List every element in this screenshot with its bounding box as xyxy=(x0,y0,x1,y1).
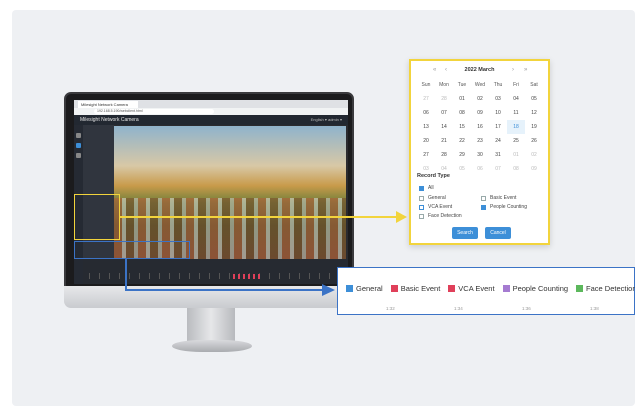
record-type-legend: General Basic Event VCA Event People Cou… xyxy=(337,267,635,315)
week-row: 06 07 08 09 10 11 12 xyxy=(417,106,543,120)
next-year-button[interactable]: » xyxy=(524,67,527,73)
calendar-day[interactable]: 30 xyxy=(471,148,489,162)
calendar-day[interactable]: 17 xyxy=(489,120,507,134)
calendar-day[interactable]: 02 xyxy=(471,92,489,106)
calendar-day[interactable]: 31 xyxy=(489,148,507,162)
checkbox-checked[interactable] xyxy=(481,204,486,210)
timeline-tick-label: 1:34 xyxy=(454,306,463,311)
calendar-day[interactable]: 02 xyxy=(525,148,543,162)
calendar-day[interactable]: 14 xyxy=(435,120,453,134)
basic-event-checkbox[interactable]: Basic Event xyxy=(481,195,516,201)
face-detection-checkbox[interactable]: Face Detection xyxy=(419,213,462,219)
calendar-day[interactable]: 21 xyxy=(435,134,453,148)
week-row: 13 14 15 16 17 18 19 xyxy=(417,120,543,134)
weekday-label: Mon xyxy=(439,82,449,88)
people-counting-checkbox[interactable]: People Counting xyxy=(481,204,527,210)
calendar-day[interactable]: 19 xyxy=(525,120,543,134)
legend-item-basic-event: Basic Event xyxy=(390,284,440,293)
calendar-day[interactable]: 20 xyxy=(417,134,435,148)
calendar-day[interactable]: 05 xyxy=(453,162,471,176)
legend-item-people-counting: People Counting xyxy=(502,284,568,293)
vca-event-checkbox[interactable]: VCA Event xyxy=(419,204,452,210)
timeline-tick-label: 1:36 xyxy=(522,306,531,311)
calendar-day[interactable]: 15 xyxy=(453,120,471,134)
calendar-day[interactable]: 16 xyxy=(471,120,489,134)
calendar-popup: « ‹ 2022 March › » Sun Mon Tue Wed Thu F… xyxy=(409,59,550,245)
legend-row: General Basic Event VCA Event People Cou… xyxy=(346,284,635,293)
checkbox[interactable] xyxy=(419,195,424,201)
calendar-day[interactable]: 04 xyxy=(507,92,525,106)
calendar-day[interactable]: 06 xyxy=(471,162,489,176)
calendar-day[interactable]: 28 xyxy=(435,148,453,162)
calendar-day[interactable]: 07 xyxy=(435,106,453,120)
calendar-day[interactable]: 27 xyxy=(417,92,435,106)
all-checkbox[interactable]: All xyxy=(419,185,434,191)
weekday-label: Sun xyxy=(421,82,431,88)
checkbox[interactable] xyxy=(419,204,424,210)
calendar-day[interactable]: 06 xyxy=(417,106,435,120)
basic-event-swatch xyxy=(390,285,398,292)
calendar-day[interactable]: 24 xyxy=(489,134,507,148)
weekday-label: Fri xyxy=(513,82,519,88)
legend-item-vca-event: VCA Event xyxy=(448,284,495,293)
week-row: 27 28 01 02 03 04 05 xyxy=(417,92,543,106)
calendar-day[interactable]: 22 xyxy=(453,134,471,148)
vca-event-swatch xyxy=(448,285,456,292)
checkbox-checked[interactable] xyxy=(419,185,424,191)
calendar-header: « ‹ 2022 March › » xyxy=(411,67,548,77)
calendar-day-selected[interactable]: 18 xyxy=(507,120,525,134)
calendar-day[interactable]: 28 xyxy=(435,92,453,106)
blue-arrow-head xyxy=(322,284,335,296)
search-button[interactable]: Search xyxy=(452,227,478,239)
yellow-arrow-head xyxy=(396,211,407,223)
weekday-label: Tue xyxy=(457,82,467,88)
calendar-day[interactable]: 01 xyxy=(507,148,525,162)
people-counting-swatch xyxy=(502,285,510,292)
calendar-day[interactable]: 07 xyxy=(489,162,507,176)
calendar-day[interactable]: 10 xyxy=(489,106,507,120)
calendar-day[interactable]: 11 xyxy=(507,106,525,120)
calendar-day[interactable]: 26 xyxy=(525,134,543,148)
calendar-day[interactable]: 09 xyxy=(471,106,489,120)
week-row: 27 28 29 30 31 01 02 xyxy=(417,148,543,162)
calendar-day[interactable]: 08 xyxy=(453,106,471,120)
calendar-title: 2022 March xyxy=(464,67,495,73)
weekday-row: Sun Mon Tue Wed Thu Fri Sat xyxy=(417,78,543,92)
calendar-day[interactable]: 27 xyxy=(417,148,435,162)
checkbox[interactable] xyxy=(419,213,424,219)
calendar-day[interactable]: 25 xyxy=(507,134,525,148)
legend-item-general: General xyxy=(346,284,383,293)
calendar-day[interactable]: 29 xyxy=(453,148,471,162)
next-month-button[interactable]: › xyxy=(512,67,514,73)
legend-item-face-detection: Face Detection xyxy=(576,284,635,293)
calendar-day[interactable]: 12 xyxy=(525,106,543,120)
calendar-day[interactable]: 23 xyxy=(471,134,489,148)
general-swatch xyxy=(346,285,353,292)
weekday-label: Sat xyxy=(530,82,538,88)
weekday-label: Wed xyxy=(474,82,486,88)
calendar-day[interactable]: 01 xyxy=(453,92,471,106)
record-type-title: Record Type xyxy=(417,173,450,179)
weekday-label: Thu xyxy=(493,82,503,88)
general-checkbox[interactable]: General xyxy=(419,195,446,201)
week-row: 20 21 22 23 24 25 26 xyxy=(417,134,543,148)
calendar-day[interactable]: 05 xyxy=(525,92,543,106)
calendar-day[interactable]: 09 xyxy=(525,162,543,176)
calendar-day[interactable]: 03 xyxy=(489,92,507,106)
face-detection-swatch xyxy=(576,285,584,292)
calendar-day[interactable]: 13 xyxy=(417,120,435,134)
cancel-button[interactable]: Cancel xyxy=(485,227,511,239)
timeline-tick-label: 1:32 xyxy=(386,306,395,311)
checkbox[interactable] xyxy=(481,195,486,201)
calendar-day[interactable]: 08 xyxy=(507,162,525,176)
timeline-tick-label: 1:38 xyxy=(590,306,599,311)
